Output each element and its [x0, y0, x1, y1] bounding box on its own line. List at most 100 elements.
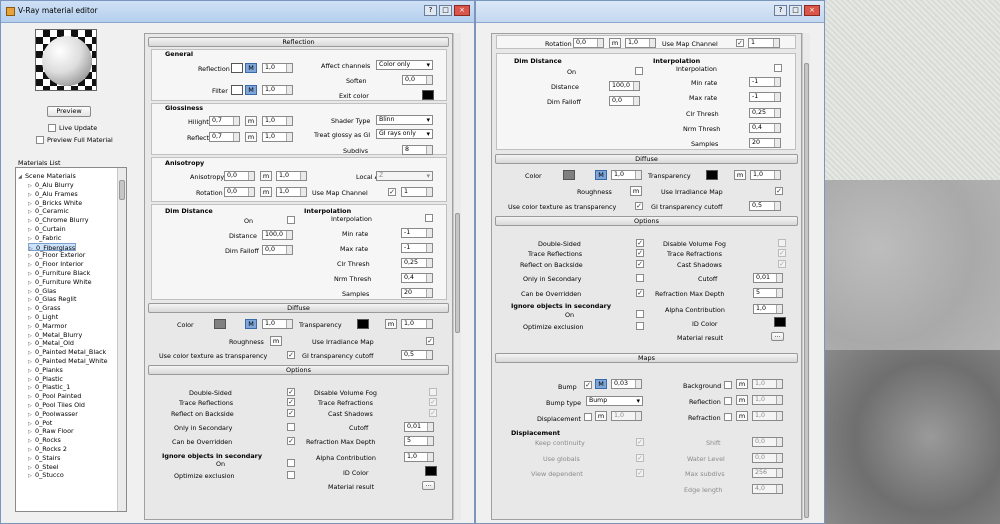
hilight-input[interactable]: 0,7: [209, 116, 240, 126]
displacement-checkbox[interactable]: [584, 413, 592, 421]
soften-input[interactable]: 0,0: [402, 75, 433, 85]
reflection-color-swatch[interactable]: [231, 63, 243, 73]
view-dependent-checkbox[interactable]: ✓: [636, 469, 644, 477]
optimize-exclusion-checkbox[interactable]: [287, 471, 295, 479]
displacement-input[interactable]: 1,0: [611, 411, 642, 421]
material-list-item[interactable]: ▷ 0_Bricks White: [28, 199, 82, 208]
refraction-map-map-button[interactable]: m: [736, 411, 748, 421]
use-irradiance-checkbox-2[interactable]: ✓: [775, 187, 783, 195]
max-rate-input-2[interactable]: -1: [749, 92, 781, 102]
trace-reflections-checkbox[interactable]: ✓: [287, 398, 295, 406]
maps-header[interactable]: Maps: [495, 353, 798, 363]
background-map-button[interactable]: m: [736, 379, 748, 389]
refraction-map-checkbox[interactable]: [724, 413, 732, 421]
tree-scroll-thumb[interactable]: [119, 180, 125, 200]
use-globals-checkbox[interactable]: ✓: [636, 454, 644, 462]
use-map-channel-checkbox[interactable]: ✓: [388, 188, 396, 196]
edge-length-input[interactable]: 4,0: [752, 484, 783, 494]
settings-scroll-thumb[interactable]: [455, 213, 460, 333]
reflection-map-button[interactable]: M: [245, 63, 257, 73]
help-button[interactable]: ?: [424, 5, 437, 16]
roughness-map-button[interactable]: m: [270, 336, 282, 346]
use-map-channel-checkbox-2[interactable]: ✓: [736, 39, 744, 47]
can-be-overridden-checkbox[interactable]: ✓: [287, 437, 295, 445]
transparency-swatch-2[interactable]: [706, 170, 718, 180]
cutoff-input[interactable]: 0,01: [404, 422, 434, 432]
options-header[interactable]: Options: [148, 365, 449, 375]
min-rate-input-2[interactable]: -1: [749, 77, 781, 87]
transparency-map-button[interactable]: m: [385, 319, 397, 329]
disable-volume-fog-checkbox[interactable]: [429, 388, 437, 396]
exit-color-swatch[interactable]: [422, 90, 434, 100]
diffuse-color-swatch[interactable]: [214, 319, 226, 329]
transparency-multiplier-2[interactable]: 1,0: [750, 170, 781, 180]
rotation-multiplier[interactable]: 1,0: [276, 187, 307, 197]
refraction-max-depth-input-2[interactable]: 5: [753, 288, 783, 298]
id-color-swatch[interactable]: [425, 466, 437, 476]
max-rate-input[interactable]: -1: [401, 243, 433, 253]
filter-color-swatch[interactable]: [231, 85, 243, 95]
transparency-map-button-2[interactable]: m: [734, 170, 746, 180]
material-list-item[interactable]: ▷ 0_Planks: [28, 366, 63, 375]
cast-shadows-checkbox-2[interactable]: ✓: [778, 260, 786, 268]
rotation-multiplier-2[interactable]: 1,0: [625, 38, 656, 48]
affect-channels-select[interactable]: Color only: [376, 60, 433, 70]
shader-type-select[interactable]: Blinn: [376, 115, 433, 125]
subdivs-input[interactable]: 8: [402, 145, 433, 155]
dim-falloff-input[interactable]: 0,0: [262, 245, 293, 255]
material-list-item[interactable]: ▷ 0_Alu Blurry: [28, 181, 74, 190]
material-list-item[interactable]: ▷ 0_Plastic_1: [28, 383, 70, 392]
trace-refractions-checkbox-2[interactable]: ✓: [778, 249, 786, 257]
material-list-item[interactable]: ▷ 0_Plastic: [28, 375, 63, 384]
material-list-item[interactable]: ▷ 0_Light: [28, 313, 58, 322]
cast-shadows-checkbox[interactable]: ✓: [429, 409, 437, 417]
reflection-header[interactable]: Reflection: [148, 37, 449, 47]
material-list-item[interactable]: ▷ 0_Rocks: [28, 436, 61, 445]
options-header-2[interactable]: Options: [495, 216, 798, 226]
materials-tree[interactable]: ◢ Scene Materials ▷ 0_Alu Blurry ▷ 0_Alu Fra…: [15, 167, 127, 512]
samples-input-2[interactable]: 20: [749, 138, 781, 148]
reflection-multiplier[interactable]: 1,0: [262, 63, 293, 73]
material-list-item[interactable]: ▷ 0_Stairs: [28, 454, 60, 463]
alpha-contribution-input[interactable]: 1,0: [404, 452, 434, 462]
only-secondary-checkbox[interactable]: [287, 423, 295, 431]
ignore-on-checkbox-2[interactable]: [636, 310, 644, 318]
anisotropy-map-button[interactable]: m: [260, 171, 272, 181]
can-be-overridden-checkbox-2[interactable]: ✓: [636, 289, 644, 297]
tree-root[interactable]: ◢ Scene Materials: [18, 172, 76, 181]
reflection-map-checkbox[interactable]: [724, 397, 732, 405]
material-list-item[interactable]: ▷ 0_Pool Painted: [28, 392, 81, 401]
reflection-map-map-button[interactable]: m: [736, 395, 748, 405]
id-color-swatch-2[interactable]: [774, 317, 786, 327]
cutoff-input-2[interactable]: 0,01: [753, 273, 783, 283]
max-subdivs-input[interactable]: 256: [752, 468, 783, 478]
dim-on-checkbox[interactable]: [287, 216, 295, 224]
material-result-button-2[interactable]: ...: [771, 332, 784, 341]
background-input[interactable]: 1,0: [752, 379, 783, 389]
double-sided-checkbox[interactable]: ✓: [287, 388, 295, 396]
material-list-item[interactable]: ▷ 0_Floor Exterior: [28, 251, 85, 260]
diffuse-header[interactable]: Diffuse: [148, 303, 449, 313]
reflect-input[interactable]: 0,7: [209, 132, 240, 142]
dim-on-checkbox-2[interactable]: [635, 67, 643, 75]
samples-input[interactable]: 20: [401, 288, 433, 298]
reflect-map-button[interactable]: m: [245, 132, 257, 142]
keep-continuity-checkbox[interactable]: ✓: [636, 438, 644, 446]
interpolation-checkbox-2[interactable]: [774, 64, 782, 72]
material-list-item[interactable]: ▷ 0_Chrome Blurry: [28, 216, 89, 225]
gi-cutoff-input[interactable]: 0,5: [401, 350, 433, 360]
rotation-map-button[interactable]: m: [260, 187, 272, 197]
preview-full-checkbox[interactable]: [36, 136, 44, 144]
gi-cutoff-input-2[interactable]: 0,5: [749, 201, 781, 211]
anisotropy-input[interactable]: 0,0: [224, 171, 255, 181]
material-list-item[interactable]: ▷ 0_Furniture White: [28, 278, 92, 287]
material-list-item[interactable]: ▷ 0_Ceramic: [28, 207, 69, 216]
roughness-map-button-2[interactable]: m: [630, 186, 642, 196]
dim-falloff-input-2[interactable]: 0,0: [609, 96, 640, 106]
settings-scroll-thumb-2[interactable]: [804, 63, 809, 518]
clr-thresh-input-2[interactable]: 0,25: [749, 108, 781, 118]
material-list-item[interactable]: ▷ 0_Alu Frames: [28, 190, 78, 199]
only-secondary-checkbox-2[interactable]: [636, 274, 644, 282]
material-list-item[interactable]: ▷ 0_Rocks 2: [28, 445, 67, 454]
filter-map-button[interactable]: M: [245, 85, 257, 95]
